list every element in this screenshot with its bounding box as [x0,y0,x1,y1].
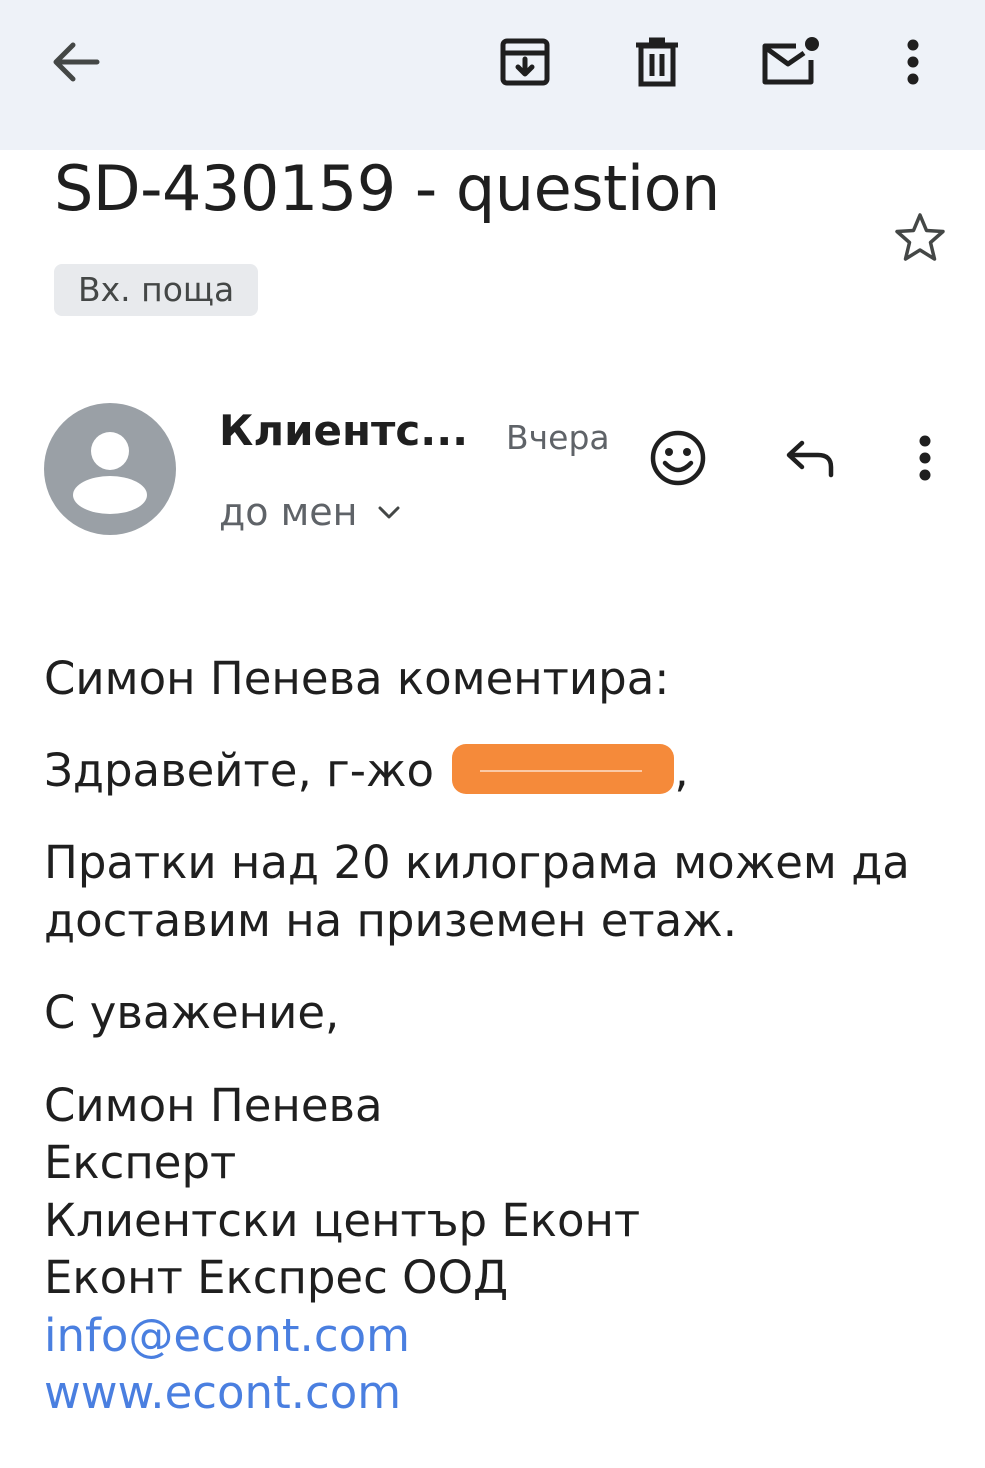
greeting-comma: , [674,744,689,797]
avatar[interactable] [44,403,176,535]
redacted-name [452,744,675,794]
archive-icon[interactable] [485,22,565,102]
trash-icon[interactable] [617,22,697,102]
emoji-reaction-icon[interactable] [642,422,714,494]
signature-title: Експерт [44,1136,237,1189]
star-icon[interactable] [885,205,955,269]
chevron-down-icon [378,485,400,529]
more-vert-icon[interactable] [873,22,953,102]
sender-name[interactable]: Клиентс... [219,406,468,455]
signature-name: Симон Пенева [44,1079,383,1132]
body-paragraph-line-1: Пратки над 20 килограма можем да [44,836,910,889]
person-icon [73,432,147,514]
body-comment-line: Симон Пенева коментира: [44,652,670,705]
body-greeting: Здравейте, г-жо , [44,742,689,800]
mark-unread-icon[interactable] [750,22,830,102]
top-app-bar [0,0,985,150]
recipient-details-toggle[interactable]: до мен [219,490,400,534]
reply-icon[interactable] [775,422,847,494]
recipient-label: до мен [219,490,358,534]
signature-department: Клиентски център Еконт [44,1194,641,1247]
signature-email-link[interactable]: info@econt.com [44,1307,410,1365]
arrow-back-icon[interactable] [35,22,115,102]
body-closing: С уважение, [44,986,340,1039]
inbox-label-chip[interactable]: Вх. поща [54,264,259,316]
email-date: Вчера [506,418,610,457]
greeting-text: Здравейте, г-жо [44,744,435,797]
body-paragraph-line-2: доставим на приземен етаж. [44,894,738,947]
signature-website-link[interactable]: www.econt.com [44,1364,401,1422]
email-subject: SD-430159 - question [54,152,720,225]
message-more-icon[interactable] [889,422,961,494]
signature-company: Еконт Експрес ООД [44,1251,509,1304]
